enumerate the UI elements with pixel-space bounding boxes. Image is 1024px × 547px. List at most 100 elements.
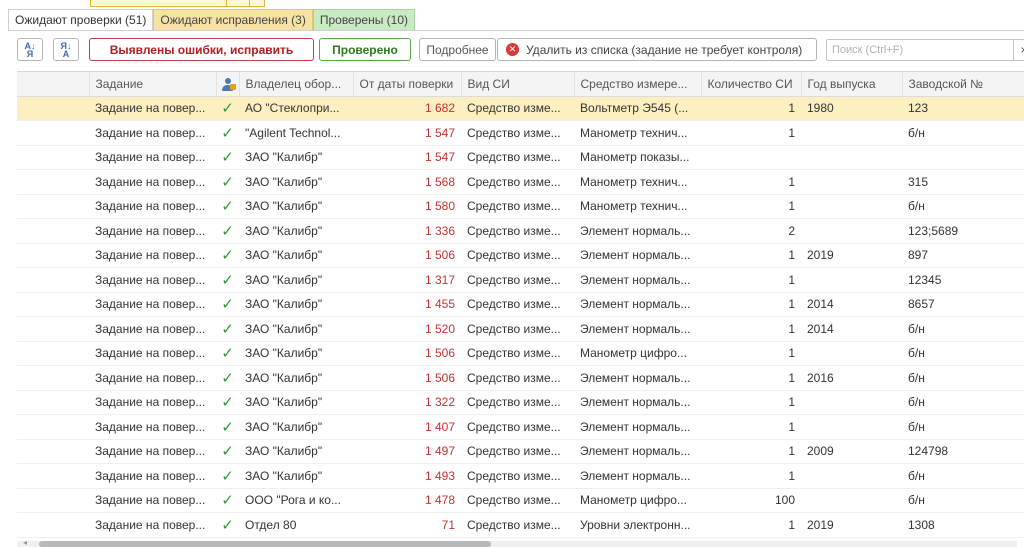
cell-check: ✓	[216, 194, 239, 219]
cell-days: 1 506	[353, 365, 461, 391]
sort-ascending-icon: А↓ Я	[24, 40, 36, 59]
table-row[interactable]: Задание на повер... ✓ ЗАО "Калибр" 1 547 Сре…	[17, 145, 1024, 170]
cell-year: 2016	[801, 365, 902, 391]
cell-serial: 123;5689	[902, 218, 1024, 244]
cell-blank	[17, 218, 89, 244]
table-row[interactable]: Задание на повер... ✓ ЗАО "Калибр" 1 497 Сре…	[17, 439, 1024, 464]
header-days-since-check[interactable]: От даты поверки	[353, 72, 462, 97]
table-row[interactable]: Задание на повер... ✓ ЗАО "Калибр" 1 506 Сре…	[17, 365, 1024, 391]
cell-kind: Средство изме...	[461, 316, 574, 342]
cell-blank	[17, 292, 89, 317]
cell-owner: "Agilent Technol...	[239, 120, 353, 146]
cell-serial: 315	[902, 169, 1024, 195]
header-owner[interactable]: Владелец обор...	[239, 72, 354, 97]
sort-ascending-button[interactable]: А↓ Я	[17, 38, 43, 61]
header-kind[interactable]: Вид СИ	[461, 72, 575, 97]
header-quantity[interactable]: Количество СИ	[701, 72, 802, 97]
cell-qty: 1	[701, 390, 801, 415]
table-row[interactable]: Задание на повер... ✓ ООО "Рога и ко... 1 4…	[17, 488, 1024, 513]
cell-owner: ЗАО "Калибр"	[239, 218, 353, 244]
scrollbar-thumb[interactable]	[39, 541, 491, 547]
tab-awaiting-check[interactable]: Ожидают проверки (51)	[8, 9, 154, 31]
cell-serial: 8657	[902, 292, 1024, 317]
checkmark-icon: ✓	[221, 173, 234, 191]
cell-instrument: Манометр цифро...	[574, 488, 701, 513]
remove-from-list-button[interactable]: ✕ Удалить из списка (задание не требует …	[497, 38, 817, 61]
cell-task: Задание на повер...	[89, 512, 216, 538]
cell-year	[801, 120, 902, 146]
table-row[interactable]: Задание на повер... ✓ ЗАО "Калибр" 1 455 Сре…	[17, 292, 1024, 317]
cell-owner: ЗАО "Калибр"	[239, 169, 353, 195]
tab-awaiting-fixes[interactable]: Ожидают исправления (3)	[153, 9, 313, 31]
search-clear-button[interactable]: ×	[1013, 39, 1024, 61]
cell-serial: б/н	[902, 390, 1024, 415]
cell-qty: 1	[701, 267, 801, 293]
cell-task: Задание на повер...	[89, 169, 216, 195]
details-button[interactable]: Подробнее	[419, 38, 496, 61]
cell-check: ✓	[216, 243, 239, 268]
table-row[interactable]: Задание на повер... ✓ ЗАО "Калибр" 1 506 Сре…	[17, 243, 1024, 268]
cell-qty: 1	[701, 414, 801, 440]
table-row[interactable]: Задание на повер... ✓ ЗАО "Калибр" 1 580 Сре…	[17, 194, 1024, 219]
cell-kind: Средство изме...	[461, 194, 574, 219]
table-row[interactable]: Задание на повер... ✓ ЗАО "Калибр" 1 336 Сре…	[17, 218, 1024, 244]
cell-qty	[701, 145, 801, 170]
cell-days: 71	[353, 512, 461, 538]
cell-instrument: Элемент нормаль...	[574, 365, 701, 391]
header-serial[interactable]: Заводской №	[902, 72, 1024, 97]
header-year[interactable]: Год выпуска	[801, 72, 903, 97]
header-icon[interactable]	[216, 72, 240, 97]
cell-days: 1 336	[353, 218, 461, 244]
cell-task: Задание на повер...	[89, 218, 216, 244]
checkmark-icon: ✓	[221, 247, 234, 265]
sort-descending-button[interactable]: Я↓ А	[53, 38, 79, 61]
errors-found-button[interactable]: Выявлены ошибки, исправить	[89, 38, 314, 61]
cell-year	[801, 218, 902, 244]
table-row[interactable]: Задание на повер... ✓ ЗАО "Калибр" 1 317 Сре…	[17, 267, 1024, 293]
cell-kind: Средство изме...	[461, 292, 574, 317]
header-blank	[17, 72, 90, 97]
cell-owner: ЗАО "Калибр"	[239, 365, 353, 391]
table-row[interactable]: Задание на повер... ✓ "Agilent Technol... 1…	[17, 120, 1024, 146]
cell-check: ✓	[216, 414, 239, 440]
table-row[interactable]: Задание на повер... ✓ ЗАО "Калибр" 1 506 Сре…	[17, 341, 1024, 366]
cell-kind: Средство изме...	[461, 267, 574, 293]
cell-instrument: Вольтметр Э545 (...	[574, 96, 701, 121]
table-row[interactable]: Задание на повер... ✓ Отдел 80 71 Средство и…	[17, 512, 1024, 538]
cell-year: 1980	[801, 96, 902, 121]
horizontal-scrollbar[interactable]: ◂	[17, 538, 1017, 547]
cell-instrument: Элемент нормаль...	[574, 439, 701, 464]
cell-blank	[17, 365, 89, 391]
search-input[interactable]	[826, 39, 1020, 61]
header-instrument[interactable]: Средство измере...	[574, 72, 702, 97]
checkmark-icon: ✓	[221, 492, 234, 510]
cell-owner: ЗАО "Калибр"	[239, 414, 353, 440]
header-task[interactable]: Задание	[89, 72, 217, 97]
cell-owner: ЗАО "Калибр"	[239, 145, 353, 170]
tab-checked[interactable]: Проверены (10)	[312, 9, 416, 31]
cell-task: Задание на повер...	[89, 365, 216, 391]
cell-year: 2009	[801, 439, 902, 464]
cell-serial: б/н	[902, 120, 1024, 146]
cell-check: ✓	[216, 218, 239, 244]
cell-qty: 1	[701, 439, 801, 464]
checkmark-icon: ✓	[221, 124, 234, 142]
checkmark-icon: ✓	[221, 100, 234, 118]
cell-days: 1 317	[353, 267, 461, 293]
cell-owner: ЗАО "Калибр"	[239, 439, 353, 464]
table-row[interactable]: Задание на повер... ✓ ЗАО "Калибр" 1 407 Сре…	[17, 414, 1024, 440]
table-row[interactable]: Задание на повер... ✓ ЗАО "Калибр" 1 322 Сре…	[17, 390, 1024, 415]
table-row[interactable]: Задание на повер... ✓ ЗАО "Калибр" 1 568 Сре…	[17, 169, 1024, 195]
table-row[interactable]: Задание на повер... ✓ АО "Стеклопри... 1 68…	[17, 96, 1024, 121]
verified-button[interactable]: Проверено	[319, 38, 411, 61]
checkmark-icon: ✓	[221, 443, 234, 461]
cell-owner: ЗАО "Калибр"	[239, 267, 353, 293]
scroll-left-icon[interactable]: ◂	[23, 538, 27, 547]
table-row[interactable]: Задание на повер... ✓ ЗАО "Калибр" 1 520 Сре…	[17, 316, 1024, 342]
cell-task: Задание на повер...	[89, 267, 216, 293]
cell-days: 1 322	[353, 390, 461, 415]
table-row[interactable]: Задание на повер... ✓ ЗАО "Калибр" 1 493 Сре…	[17, 463, 1024, 489]
cell-instrument: Элемент нормаль...	[574, 316, 701, 342]
cell-task: Задание на повер...	[89, 120, 216, 146]
cell-days: 1 455	[353, 292, 461, 317]
